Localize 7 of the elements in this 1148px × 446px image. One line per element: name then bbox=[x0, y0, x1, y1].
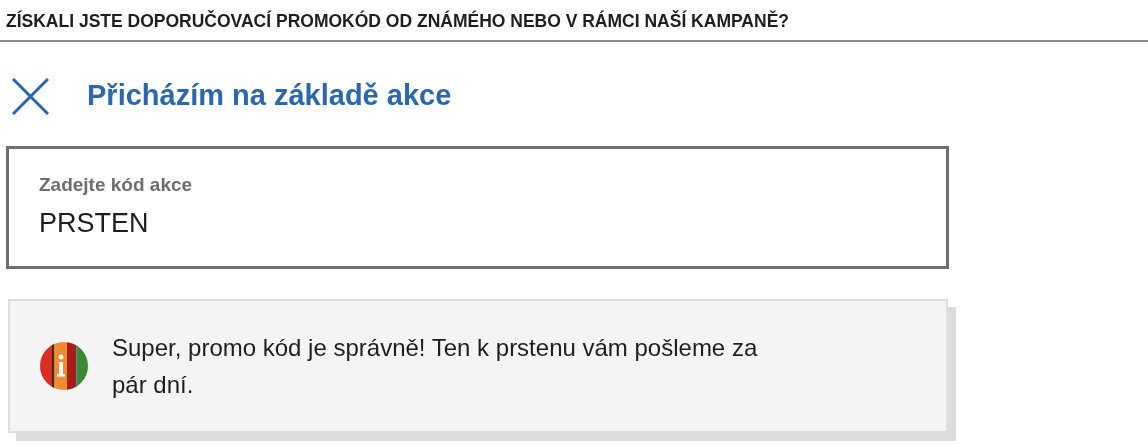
close-icon bbox=[12, 77, 49, 115]
option-title: Přicházím na základě akce bbox=[87, 78, 452, 114]
close-button[interactable] bbox=[12, 77, 49, 115]
success-message: Super, promo kód je správně! Ten k prstenu vám pošleme za pár dní. bbox=[112, 332, 759, 400]
question-heading: ZÍSKALI JSTE DOPORUČOVACÍ PROMOKÓD OD ZNÁMÉHO NEBO V RÁMCI NAŠÍ KAMPANĚ? bbox=[6, 11, 789, 31]
info-icon bbox=[40, 341, 88, 390]
code-input-field[interactable]: Zadejte kód akce PRSTEN bbox=[6, 145, 949, 269]
